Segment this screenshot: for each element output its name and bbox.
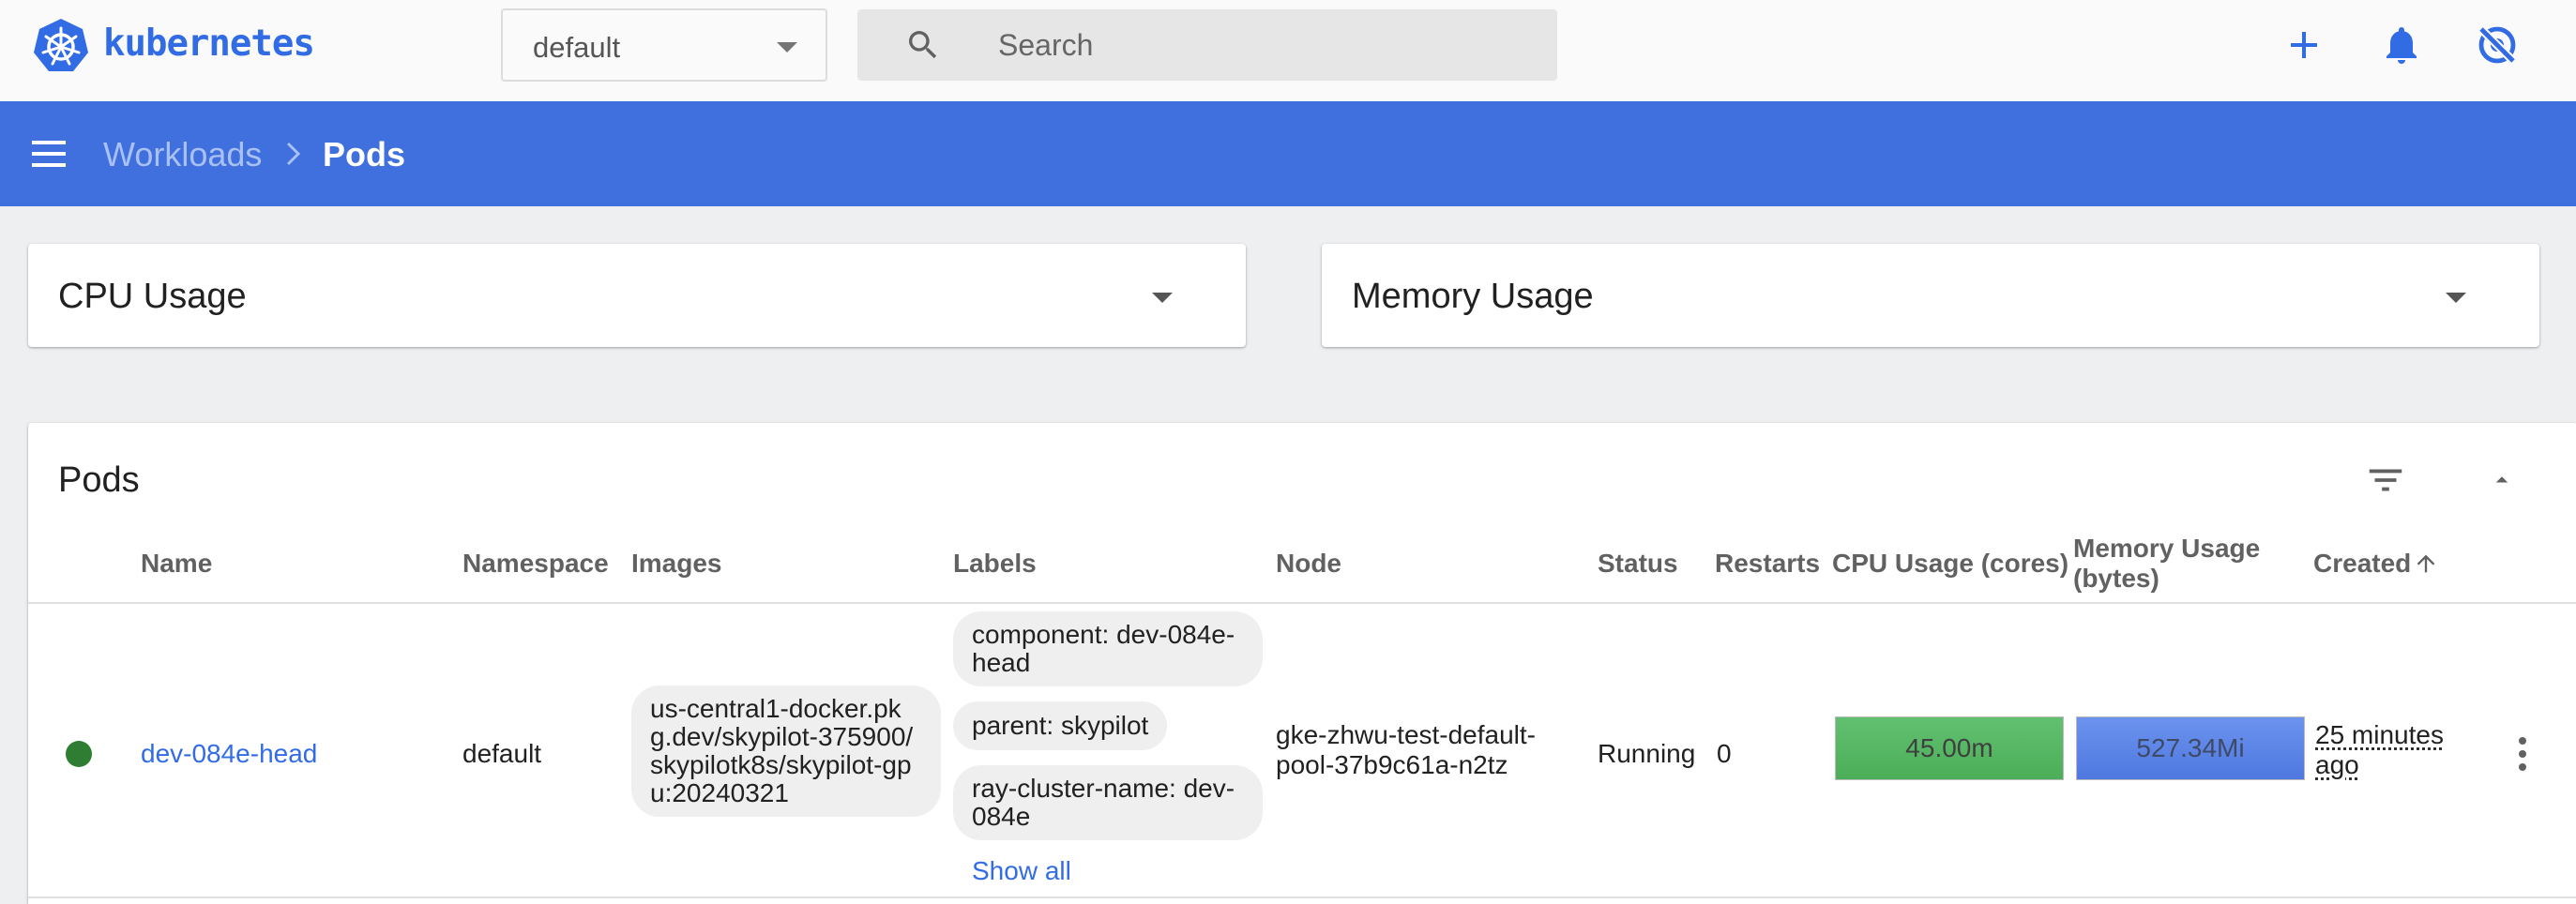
chevron-up-icon[interactable] (2488, 466, 2516, 494)
memory-usage-sparkline: 527.34Mi (2076, 716, 2305, 780)
arrow-up-icon[interactable] (2413, 550, 2439, 577)
plus-icon[interactable] (2281, 23, 2326, 68)
settings-off-icon[interactable] (2475, 23, 2520, 68)
cpu-usage-panel[interactable]: CPU Usage (28, 244, 1246, 347)
search-input[interactable] (998, 9, 1523, 81)
bell-icon[interactable] (2379, 23, 2424, 68)
brand-name[interactable]: kubernetes (103, 23, 315, 65)
column-header-restarts[interactable]: Restarts (1715, 549, 1820, 579)
top-bar: kubernetes default (0, 0, 2576, 101)
label-chip: ray-cluster-name: dev-084e (953, 765, 1263, 840)
memory-usage-panel[interactable]: Memory Usage (1322, 244, 2539, 347)
column-header-name[interactable]: Name (141, 549, 212, 579)
column-header-images: Images (631, 549, 722, 578)
namespace-select[interactable]: default (501, 8, 827, 82)
column-header-cpu[interactable]: CPU Usage (cores) (1832, 549, 2068, 579)
column-header-namespace[interactable]: Namespace (462, 549, 609, 579)
chevron-down-icon[interactable] (2446, 293, 2466, 303)
cpu-usage-value: 45.00m (1905, 733, 1993, 762)
kubernetes-logo-icon[interactable] (32, 17, 90, 75)
more-vert-icon[interactable] (2516, 733, 2529, 775)
label-chip: parent: skypilot (953, 701, 1168, 750)
column-header-labels: Labels (953, 549, 1037, 578)
column-header-memory[interactable]: Memory Usage (bytes) (2073, 534, 2289, 594)
breadcrumb-current: Pods (323, 135, 406, 173)
column-header-status[interactable]: Status (1598, 549, 1678, 579)
pod-namespace: default (462, 739, 542, 768)
breadcrumb-workloads-link[interactable]: Workloads (103, 135, 262, 174)
nav-bar: Workloads Pods (0, 101, 2576, 206)
image-chip: us-central1-docker.pkg.dev/skypilot-3759… (631, 686, 941, 817)
row-divider (28, 896, 2576, 898)
label-chip: component: dev-084e-head (953, 611, 1263, 686)
namespace-value: default (533, 31, 621, 64)
node-name[interactable]: gke-zhwu-test-default-pool-37b9c61a-n2tz (1276, 720, 1557, 780)
memory-usage-title: Memory Usage (1352, 277, 1594, 316)
search-bar (857, 9, 1557, 81)
cpu-usage-sparkline: 45.00m (1835, 716, 2064, 780)
pod-name-link[interactable]: dev-084e-head (141, 739, 317, 769)
pods-title: Pods (58, 460, 140, 500)
created-time: 25 minutes ago (2315, 720, 2444, 779)
pods-card: Pods Name Namespace Images Labels Node S… (28, 423, 2576, 904)
chevron-down-icon (777, 42, 797, 53)
column-header-created[interactable]: Created (2313, 549, 2411, 579)
pod-status: Running (1598, 739, 1696, 768)
cpu-usage-title: CPU Usage (58, 277, 247, 316)
memory-usage-value: 527.34Mi (2136, 733, 2245, 762)
status-running-icon (66, 741, 92, 767)
column-header-node[interactable]: Node (1276, 549, 1341, 579)
search-icon (909, 31, 937, 59)
chevron-right-icon (286, 142, 301, 166)
show-all-labels-link[interactable]: Show all (972, 856, 1071, 886)
chevron-down-icon[interactable] (1152, 293, 1173, 303)
pod-restarts: 0 (1717, 739, 1732, 768)
menu-icon[interactable] (30, 137, 69, 171)
header-divider (28, 602, 2576, 604)
filter-icon[interactable] (2364, 459, 2407, 502)
